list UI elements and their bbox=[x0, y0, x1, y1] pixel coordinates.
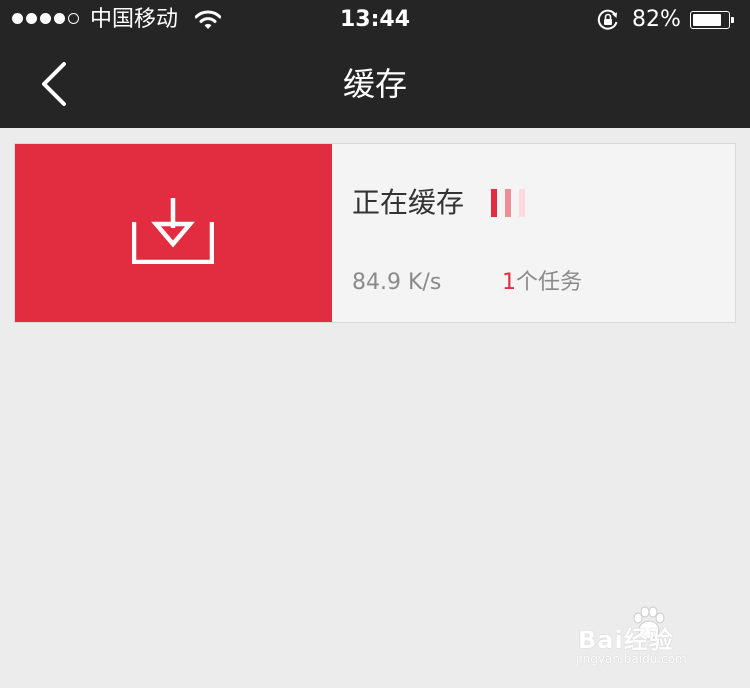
progress-bar-segment bbox=[491, 189, 497, 217]
caching-task-card[interactable]: 正在缓存 84.9 K/s 1个任务 bbox=[14, 143, 736, 323]
baidu-jingyan-watermark: Bai经验 jingyan.baidu.com bbox=[572, 606, 722, 670]
task-count: 1个任务 bbox=[502, 268, 582, 298]
caching-progress-indicator bbox=[491, 189, 531, 217]
watermark-brand: Bai经验 bbox=[578, 626, 674, 654]
card-icon-panel bbox=[15, 144, 332, 322]
page-title: 缓存 bbox=[342, 65, 407, 103]
battery-icon bbox=[690, 11, 734, 29]
task-count-label: 个任务 bbox=[516, 270, 583, 295]
navigation-bar: 缓存 bbox=[0, 40, 750, 128]
progress-bar-segment bbox=[505, 189, 511, 217]
battery-percentage: 82% bbox=[632, 7, 681, 32]
download-speed: 84.9 K/s bbox=[352, 270, 442, 295]
progress-bar-segment bbox=[519, 189, 525, 217]
status-bar: 中国移动 13:44 82% bbox=[0, 0, 750, 40]
download-tray-icon bbox=[132, 198, 214, 264]
rotation-lock-icon bbox=[597, 9, 618, 30]
caching-status-title: 正在缓存 bbox=[352, 186, 465, 219]
battery-tip bbox=[731, 17, 734, 23]
task-count-number: 1 bbox=[502, 270, 516, 295]
battery-fill bbox=[693, 14, 721, 26]
watermark-url: jingyan.baidu.com bbox=[576, 652, 687, 666]
